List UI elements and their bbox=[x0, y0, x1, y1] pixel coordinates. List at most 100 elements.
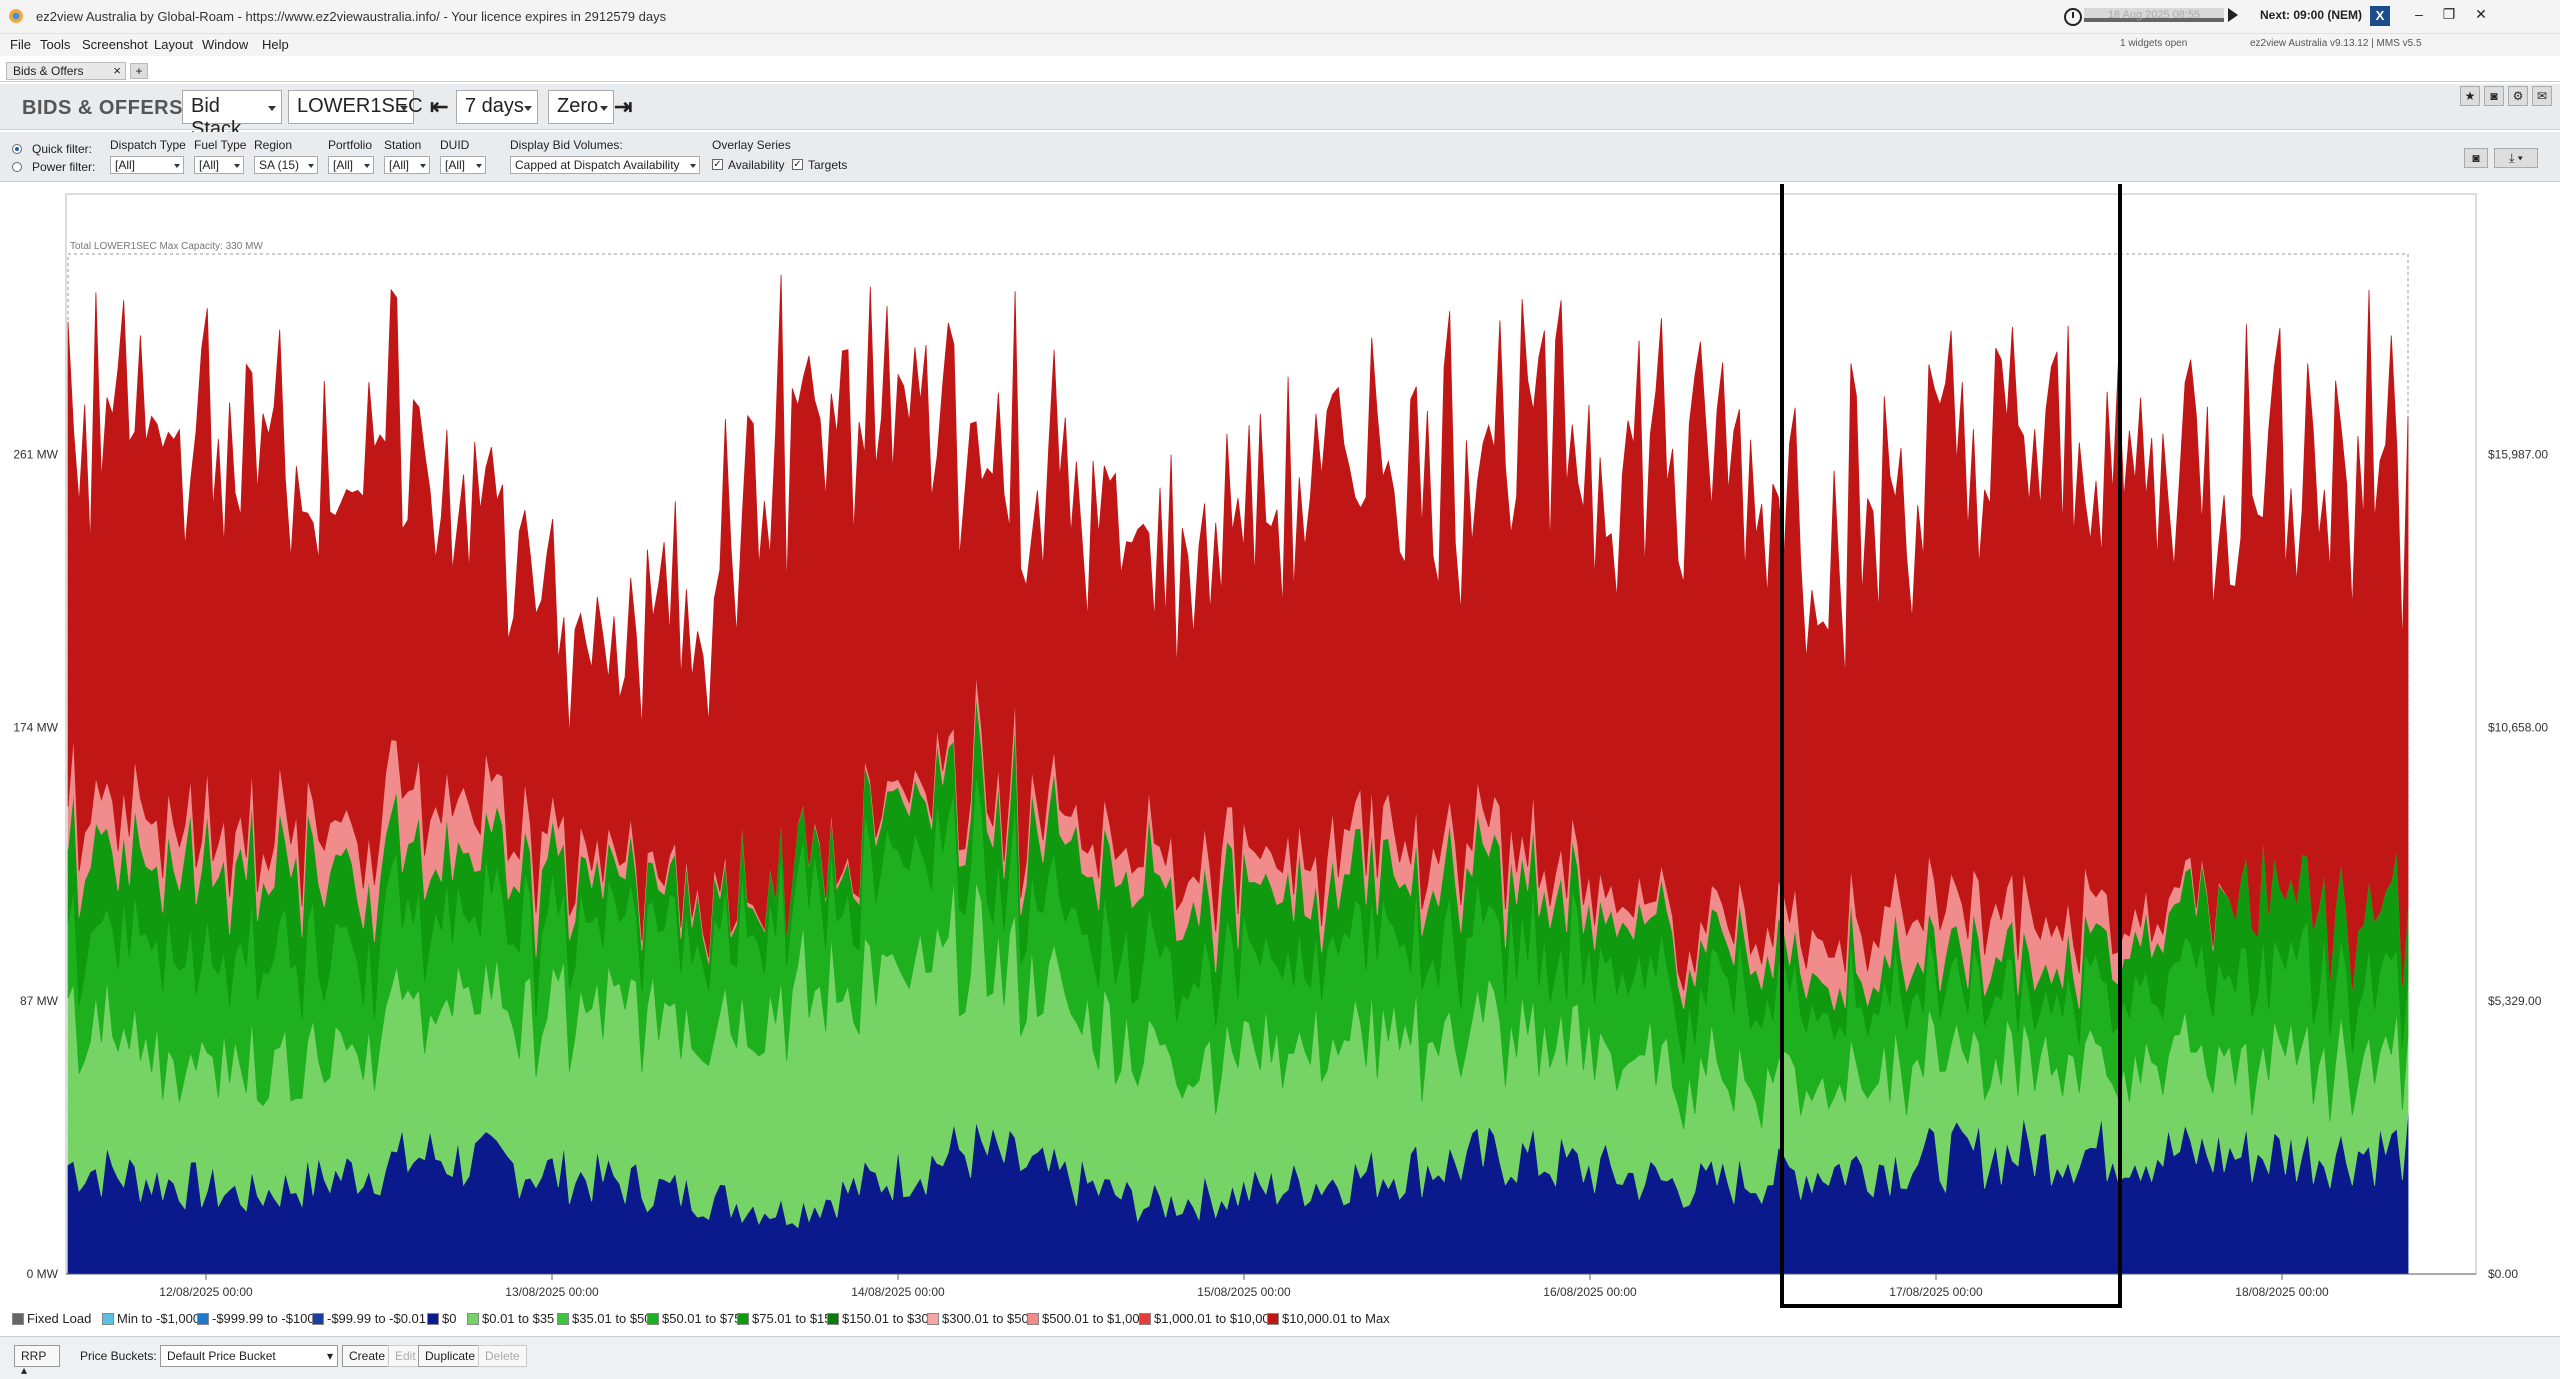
legend-label: $75.01 to $150 bbox=[752, 1311, 839, 1326]
legend-swatch bbox=[927, 1312, 939, 1325]
create-button[interactable]: Create bbox=[342, 1345, 393, 1367]
camera-icon[interactable]: ◙ bbox=[2484, 86, 2504, 106]
legend-label: $0 bbox=[442, 1311, 457, 1326]
chevron-down-icon bbox=[420, 164, 426, 168]
overlay-series-label: Overlay Series bbox=[712, 138, 791, 152]
legend-label: $500.01 to $1,000 bbox=[1042, 1311, 1147, 1326]
legend-item[interactable]: $10,000.01 to Max bbox=[1267, 1311, 1390, 1326]
clock-icon[interactable] bbox=[2064, 8, 2082, 26]
power-filter-radio[interactable] bbox=[12, 162, 22, 172]
legend-item[interactable]: $35.01 to $50 bbox=[557, 1311, 652, 1326]
export-icon[interactable]: ⤓ ▾ bbox=[2494, 148, 2538, 168]
y-tick-right: $0.00 bbox=[2488, 1267, 2518, 1281]
legend-item[interactable]: $0 bbox=[427, 1311, 456, 1326]
menu-screenshot[interactable]: Screenshot bbox=[82, 37, 148, 52]
fuel-type-select[interactable]: [All] bbox=[194, 156, 244, 174]
legend-label: $1,000.01 to $10,000 bbox=[1154, 1311, 1277, 1326]
availability-checkbox[interactable]: ✓ bbox=[712, 159, 723, 170]
legend-item[interactable]: Min to -$1,000 bbox=[102, 1311, 200, 1326]
tab-close-icon[interactable]: × bbox=[113, 63, 121, 78]
chevron-down-icon bbox=[476, 164, 482, 168]
widget-toolbar: BIDS & OFFERS Bid Stack LOWER1SEC ⇤ 7 da… bbox=[0, 84, 2560, 140]
quick-filter-radio[interactable] bbox=[12, 144, 22, 154]
portfolio-value: [All] bbox=[333, 158, 354, 172]
menu-layout[interactable]: Layout bbox=[154, 37, 193, 52]
legend-item[interactable]: Fixed Load bbox=[12, 1311, 91, 1326]
legend-item[interactable]: -$999.99 to -$100 bbox=[197, 1311, 315, 1326]
legend-label: $300.01 to $500 bbox=[942, 1311, 1036, 1326]
duplicate-button[interactable]: Duplicate bbox=[418, 1345, 483, 1367]
legend-label: $150.01 to $300 bbox=[842, 1311, 936, 1326]
display-bid-volumes-select[interactable]: Capped at Dispatch Availability bbox=[510, 156, 700, 174]
snapshot-icon[interactable]: ◙ bbox=[2464, 148, 2488, 168]
legend-label: -$999.99 to -$100 bbox=[212, 1311, 315, 1326]
x-tick-label: 18/08/2025 00:00 bbox=[2235, 1285, 2329, 1299]
close-window-button[interactable]: ✕ bbox=[2470, 6, 2492, 26]
price-bucket-select[interactable]: Default Price Bucket ▾ bbox=[160, 1345, 338, 1367]
next-dispatch-label[interactable]: Next: 09:00 (NEM) bbox=[2260, 8, 2362, 22]
region-select[interactable]: SA (15) bbox=[254, 156, 318, 174]
legend-label: Min to -$1,000 bbox=[117, 1311, 201, 1326]
y-tick-right: $5,329.00 bbox=[2488, 994, 2542, 1008]
legend-item[interactable]: -$99.99 to -$0.01 bbox=[312, 1311, 426, 1326]
comment-icon[interactable]: ✉ bbox=[2532, 86, 2552, 106]
legend-swatch bbox=[827, 1312, 839, 1325]
delete-button[interactable]: Delete bbox=[478, 1345, 527, 1367]
portfolio-select[interactable]: [All] bbox=[328, 156, 374, 174]
legend-swatch bbox=[737, 1312, 749, 1325]
station-select[interactable]: [All] bbox=[384, 156, 430, 174]
legend-item[interactable]: $50.01 to $75 bbox=[647, 1311, 742, 1326]
range-value: 7 days bbox=[465, 95, 524, 117]
y-tick-right: $15,987.00 bbox=[2488, 448, 2548, 462]
y-tick-right: $10,658.00 bbox=[2488, 721, 2548, 735]
targets-checkbox[interactable]: ✓ bbox=[792, 159, 803, 170]
menu-file[interactable]: File bbox=[10, 37, 31, 52]
legend-swatch bbox=[1267, 1312, 1279, 1325]
x-tick-label: 13/08/2025 00:00 bbox=[505, 1285, 599, 1299]
play-icon[interactable] bbox=[2228, 8, 2238, 22]
menu-help[interactable]: Help bbox=[262, 37, 289, 52]
range-dropdown[interactable]: 7 days bbox=[456, 90, 538, 124]
settings-icon[interactable]: ⚙ bbox=[2508, 86, 2528, 106]
legend-item[interactable]: $0.01 to $35 bbox=[467, 1311, 554, 1326]
chevron-down-icon bbox=[600, 106, 608, 111]
app-logo-icon bbox=[9, 9, 23, 23]
dispatch-type-label: Dispatch Type bbox=[110, 138, 186, 152]
legend-item[interactable]: $75.01 to $150 bbox=[737, 1311, 839, 1326]
dispatch-type-value: [All] bbox=[115, 158, 136, 172]
tab-bar: Bids & Offers × + bbox=[0, 60, 2560, 82]
filter-bar: Quick filter: Power filter: Dispatch Typ… bbox=[0, 132, 2560, 182]
menu-tools[interactable]: Tools bbox=[40, 37, 70, 52]
legend-item[interactable]: $1,000.01 to $10,000 bbox=[1139, 1311, 1277, 1326]
excel-icon[interactable]: X bbox=[2370, 6, 2390, 26]
timeline-slider[interactable]: 18 Aug 2025 08:55 bbox=[2084, 8, 2224, 22]
step-back-icon[interactable]: ⇤ bbox=[430, 94, 448, 120]
duid-select[interactable]: [All] bbox=[440, 156, 486, 174]
legend-swatch bbox=[647, 1312, 659, 1325]
duid-value: [All] bbox=[445, 158, 466, 172]
legend-item[interactable]: $300.01 to $500 bbox=[927, 1311, 1036, 1326]
rrp-button[interactable]: RRP ▴ bbox=[14, 1345, 60, 1377]
widgets-open-count: 1 widgets open bbox=[2120, 38, 2188, 49]
widget-title: BIDS & OFFERS bbox=[22, 97, 183, 119]
legend-item[interactable]: $500.01 to $1,000 bbox=[1027, 1311, 1147, 1326]
tab-label: Bids & Offers bbox=[13, 64, 84, 78]
service-dropdown[interactable]: LOWER1SEC bbox=[288, 90, 423, 124]
add-tab-button[interactable]: + bbox=[130, 63, 148, 79]
tab-bids-offers[interactable]: Bids & Offers × bbox=[6, 62, 126, 80]
legend-swatch bbox=[102, 1312, 114, 1325]
station-label: Station bbox=[384, 138, 422, 152]
legend-item[interactable]: $150.01 to $300 bbox=[827, 1311, 936, 1326]
menu-window[interactable]: Window bbox=[202, 37, 248, 52]
capacity-label: Total LOWER1SEC Max Capacity: 330 MW bbox=[70, 241, 263, 252]
legend-label: -$99.99 to -$0.01 bbox=[327, 1311, 427, 1326]
favourite-icon[interactable]: ★ bbox=[2460, 86, 2480, 106]
power-filter-label: Power filter: bbox=[32, 160, 96, 174]
view-dropdown[interactable]: Bid Stack bbox=[182, 90, 282, 140]
price-buckets-label: Price Buckets: bbox=[80, 1349, 157, 1363]
step-forward-icon[interactable]: ⇥ bbox=[614, 94, 632, 120]
dispatch-type-select[interactable]: [All] bbox=[110, 156, 184, 174]
minimize-button[interactable]: – bbox=[2408, 6, 2430, 26]
restore-button[interactable]: ❐ bbox=[2438, 6, 2460, 26]
baseline-dropdown[interactable]: Zero bbox=[548, 90, 614, 124]
